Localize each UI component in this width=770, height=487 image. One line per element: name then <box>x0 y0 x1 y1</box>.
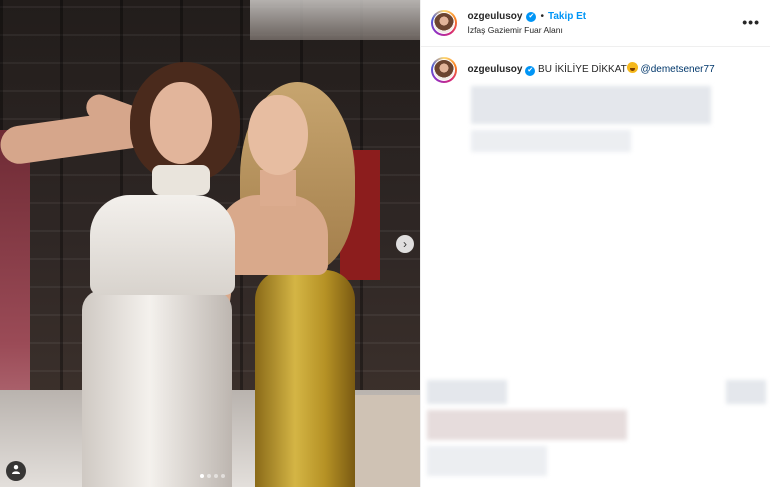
carousel-dot <box>207 474 211 478</box>
header-user-line: ozgeulusoy ✔ • Takip Et <box>467 11 586 22</box>
woman-gold-face <box>248 95 308 175</box>
post-photo[interactable]: › <box>0 0 421 487</box>
caption-avatar[interactable] <box>431 57 458 83</box>
post-caption: ozgeulusoy ✔ BU İKİLİYE DİKKAT @demetsen… <box>421 47 770 83</box>
blurred-comment <box>726 380 767 404</box>
verified-badge-icon: ✔ <box>526 11 537 22</box>
blurred-comment <box>427 380 508 404</box>
verified-badge-icon: ✔ <box>525 66 536 76</box>
background-rug <box>350 395 421 487</box>
woman-gold-neck <box>260 170 296 206</box>
face-emoji-icon <box>626 62 638 73</box>
carousel-dot <box>200 474 204 478</box>
follow-button[interactable]: Takip Et <box>548 11 586 22</box>
carousel-dot <box>221 474 225 478</box>
woman-white-bodice <box>90 195 235 295</box>
caption-text: ozgeulusoy ✔ BU İKİLİYE DİKKAT @demetsen… <box>467 57 715 83</box>
blurred-comment <box>471 130 632 152</box>
more-options-icon[interactable]: ••• <box>742 14 760 30</box>
carousel-dots <box>200 474 225 478</box>
carousel-dot <box>214 474 218 478</box>
post-side-panel: ozgeulusoy ✔ • Takip Et İzfaş Gaziemir F… <box>420 0 770 487</box>
woman-white-choker <box>152 165 210 195</box>
avatar[interactable] <box>431 10 458 36</box>
background-ceiling <box>250 0 421 40</box>
location-link[interactable]: İzfaş Gaziemir Fuar Alanı <box>467 25 586 35</box>
header-text: ozgeulusoy ✔ • Takip Et İzfaş Gaziemir F… <box>467 11 586 35</box>
blurred-comment <box>427 410 628 440</box>
instagram-post: › ozgeulusoy ✔ • Takip Et İzfaş Gaziemir… <box>0 0 770 487</box>
person-tag-glyph <box>12 465 20 474</box>
carousel-next-icon[interactable]: › <box>396 235 414 253</box>
caption-username[interactable]: ozgeulusoy <box>467 64 522 75</box>
header-separator: • <box>540 11 544 22</box>
woman-gold-dress <box>255 270 355 487</box>
blurred-comment <box>471 86 712 124</box>
mention-link[interactable]: @demetsener77 <box>641 64 715 75</box>
person-tag-icon[interactable] <box>6 461 26 481</box>
post-header: ozgeulusoy ✔ • Takip Et İzfaş Gaziemir F… <box>421 0 770 47</box>
woman-white-face <box>150 82 212 164</box>
woman-white-skirt <box>82 290 232 487</box>
caption-body: BU İKİLİYE DİKKAT <box>538 64 627 75</box>
header-username[interactable]: ozgeulusoy <box>467 11 522 22</box>
blurred-comment <box>427 446 548 476</box>
